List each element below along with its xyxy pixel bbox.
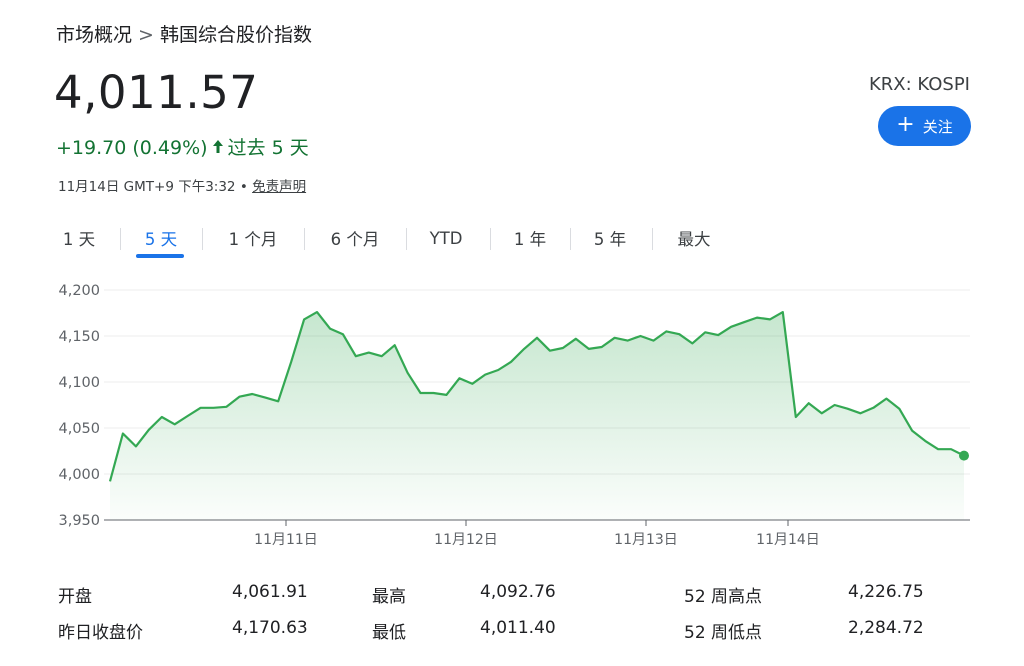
stat-52w-high-value: 4,226.75 bbox=[848, 582, 924, 602]
follow-button[interactable]: + 关注 bbox=[878, 106, 971, 146]
tab-max[interactable]: 最大 bbox=[660, 218, 728, 258]
tab-divider bbox=[406, 228, 407, 250]
stat-low-label: 最低 bbox=[372, 623, 406, 643]
stat-open-label: 开盘 bbox=[58, 587, 92, 607]
tab-5y[interactable]: 5 年 bbox=[578, 218, 642, 258]
stat-high-label: 最高 bbox=[372, 587, 406, 607]
x-tick-label: 11月11日 bbox=[254, 532, 318, 548]
plus-icon: + bbox=[896, 112, 915, 137]
tab-6m[interactable]: 6 个月 bbox=[312, 218, 398, 258]
price-area-fill bbox=[110, 312, 964, 520]
change-value: +19.70 (0.49%) bbox=[56, 137, 208, 159]
stat-52w-low-label: 52 周低点 bbox=[684, 623, 763, 643]
last-price-dot bbox=[959, 450, 969, 461]
change-period: 过去 5 天 bbox=[227, 137, 309, 159]
time-range-tabs: 1 天 5 天 1 个月 6 个月 YTD 1 年 5 年 最大 bbox=[46, 218, 976, 260]
breadcrumb: 市场概况 > 韩国综合股价指数 bbox=[56, 20, 312, 47]
tab-divider bbox=[202, 228, 203, 250]
breadcrumb-parent-link[interactable]: 市场概况 bbox=[56, 24, 132, 46]
timestamp-line: 11月14日 GMT+9 下午3:32 • 免责声明 bbox=[58, 175, 306, 195]
y-tick-label: 4,050 bbox=[58, 421, 100, 437]
tab-1d[interactable]: 1 天 bbox=[46, 218, 112, 258]
follow-button-label: 关注 bbox=[922, 117, 953, 136]
tab-divider bbox=[570, 228, 571, 250]
x-tick-label: 11月12日 bbox=[434, 532, 498, 548]
tab-ytd[interactable]: YTD bbox=[414, 218, 478, 258]
breadcrumb-current: 韩国综合股价指数 bbox=[159, 24, 312, 46]
y-tick-label: 3,950 bbox=[58, 513, 100, 529]
stat-prev-close-value: 4,170.63 bbox=[232, 618, 308, 638]
timestamp-separator: • bbox=[239, 179, 248, 195]
breadcrumb-separator: > bbox=[138, 24, 154, 46]
stat-52w-low-value: 2,284.72 bbox=[848, 618, 924, 638]
y-tick-label: 4,200 bbox=[58, 283, 100, 299]
y-tick-label: 4,000 bbox=[58, 467, 100, 483]
x-tick-label: 11月13日 bbox=[614, 532, 678, 548]
timestamp: 11月14日 GMT+9 下午3:32 bbox=[58, 179, 236, 195]
stat-high-value: 4,092.76 bbox=[480, 582, 556, 602]
y-tick-label: 4,150 bbox=[58, 329, 100, 345]
tab-5d[interactable]: 5 天 bbox=[128, 218, 194, 258]
stat-prev-close-label: 昨日收盘价 bbox=[58, 623, 143, 643]
disclaimer-link[interactable]: 免责声明 bbox=[252, 179, 306, 195]
y-tick-label: 4,100 bbox=[58, 375, 100, 391]
tab-1m[interactable]: 1 个月 bbox=[210, 218, 296, 258]
arrow-up-icon bbox=[212, 137, 224, 159]
stat-52w-high-label: 52 周高点 bbox=[684, 587, 763, 607]
tab-divider bbox=[652, 228, 653, 250]
stat-low-value: 4,011.40 bbox=[480, 618, 556, 638]
tab-divider bbox=[304, 228, 305, 250]
tab-1y[interactable]: 1 年 bbox=[498, 218, 562, 258]
x-tick-label: 11月14日 bbox=[756, 532, 820, 548]
price-chart[interactable]: 4,200 4,150 4,100 4,050 4,000 3,950 11月11日 11月… bbox=[0, 270, 1024, 560]
tab-divider bbox=[120, 228, 121, 250]
tab-divider bbox=[490, 228, 491, 250]
price-change: +19.70 (0.49%) 过去 5 天 bbox=[56, 133, 309, 160]
stat-open-value: 4,061.91 bbox=[232, 582, 308, 602]
current-price: 4,011.57 bbox=[54, 66, 259, 119]
exchange-ticker: KRX: KOSPI bbox=[868, 74, 970, 95]
active-tab-indicator bbox=[136, 254, 184, 258]
